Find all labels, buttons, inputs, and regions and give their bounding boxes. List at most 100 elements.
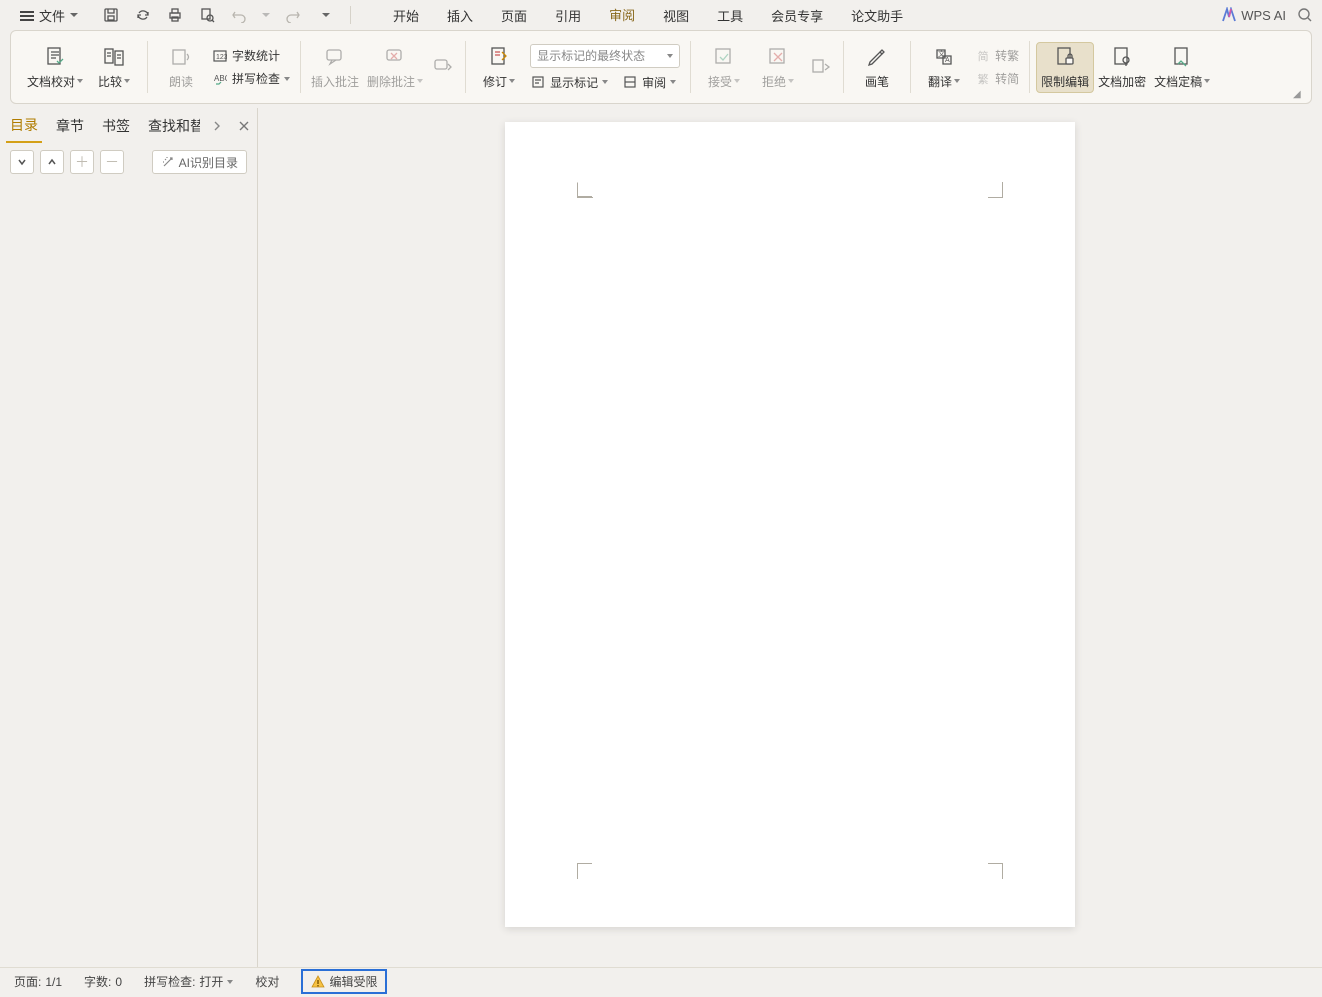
restrict-editing-icon [1053,45,1077,69]
spell-check-button[interactable]: ABC 拼写检查 [212,70,290,87]
sp-tab-bookmark[interactable]: 书签 [98,110,134,142]
sp-tab-chapter[interactable]: 章节 [52,110,88,142]
sb-proof[interactable]: 校对 [255,973,279,990]
ai-recognize-toc-label: AI识别目录 [179,154,238,171]
accept-icon [712,45,736,69]
compare-button[interactable]: 比较 [87,43,141,92]
wps-ai-label: WPS AI [1241,8,1286,23]
word-count-icon: 123 [212,48,228,64]
status-bar: 页面: 1/1 字数: 0 拼写检查: 打开 校对 编辑受限 [0,967,1322,995]
svg-text:123: 123 [216,54,227,61]
spell-check-icon: ABC [212,71,228,87]
spell-check-label: 拼写检查 [232,70,280,87]
side-panel-tabs: 目录 章节 书签 查找和替 [0,108,257,144]
quick-access-group [102,6,357,24]
restrict-editing-button[interactable]: 限制编辑 [1036,42,1094,93]
read-aloud-icon [169,45,193,69]
sync-icon[interactable] [134,6,152,24]
sp-collapse-up-icon[interactable] [40,150,64,174]
side-panel-body [0,180,257,967]
separator [350,6,351,24]
page-margin-corner [987,863,1003,879]
reject-icon [766,45,790,69]
sp-tab-scroll-right-icon[interactable] [210,119,224,133]
sp-tab-toc[interactable]: 目录 [6,109,42,143]
ribbon-group-changes: 接受 拒绝 [691,35,843,99]
delete-comment-label: 删除批注 [367,73,415,90]
svg-text:A: A [945,57,950,64]
chevron-down-icon [667,54,673,58]
sp-tab-find[interactable]: 查找和替 [144,110,200,142]
chevron-down-icon [284,77,290,81]
markup-state-combo[interactable]: 显示标记的最终状态 [530,44,680,68]
restrict-editing-label: 限制编辑 [1041,73,1089,90]
reject-label: 拒绝 [762,73,786,90]
topbar-right: WPS AI [1221,6,1314,24]
tab-view[interactable]: 视图 [649,0,703,31]
wps-ai-button[interactable]: WPS AI [1221,7,1286,23]
tab-tools[interactable]: 工具 [703,0,757,31]
chevron-down-icon [509,79,515,83]
sb-spell-check[interactable]: 拼写检查: 打开 [144,973,233,990]
ribbon-group-protect: 限制编辑 文档加密 文档定稿 [1030,35,1220,99]
quick-access-customize-icon[interactable] [322,13,330,17]
tab-thesis[interactable]: 论文助手 [837,0,917,31]
track-changes-button[interactable]: 修订 [472,43,526,92]
ribbon-group-language: 朗读 123 字数统计 ABC 拼写检查 [148,35,300,99]
wand-icon [161,155,175,169]
track-changes-icon [487,45,511,69]
tab-reference[interactable]: 引用 [541,0,595,31]
page-margin-corner [577,863,593,879]
chevron-down-icon [734,79,740,83]
page-margin-corner [577,182,593,198]
print-preview-icon[interactable] [198,6,216,24]
show-markup-button[interactable]: 显示标记 [530,74,608,91]
track-changes-label: 修订 [483,73,507,90]
document-canvas[interactable] [258,108,1322,967]
doc-proof-icon [43,45,67,69]
chevron-down-icon [227,980,233,984]
sp-add-icon: ＋ [70,150,94,174]
tab-page[interactable]: 页面 [487,0,541,31]
doc-finalize-label: 文档定稿 [1154,73,1202,90]
sp-close-icon[interactable] [237,119,251,133]
doc-finalize-button[interactable]: 文档定稿 [1150,43,1214,92]
sb-page[interactable]: 页面: 1/1 [14,973,62,990]
ribbon-collapse-icon[interactable]: ◢ [1293,89,1303,99]
review-pane-label: 审阅 [642,74,666,91]
sb-word-count[interactable]: 字数: 0 [84,973,122,990]
simp-char-icon: 简 [975,48,991,64]
show-markup-label: 显示标记 [550,74,598,91]
document-page[interactable] [505,122,1075,927]
word-count-button[interactable]: 123 字数统计 [212,47,290,64]
ai-recognize-toc-button[interactable]: AI识别目录 [152,150,247,174]
file-menu[interactable]: 文件 [14,3,84,28]
sb-proof-label: 校对 [255,973,279,990]
save-icon[interactable] [102,6,120,24]
search-icon[interactable] [1296,6,1314,24]
workspace: 目录 章节 书签 查找和替 ＋ － AI识别目录 [0,108,1322,967]
review-pane-button[interactable]: 审阅 [622,74,676,91]
doc-proof-label: 文档校对 [27,73,75,90]
file-menu-label: 文件 [39,6,65,25]
tab-member[interactable]: 会员专享 [757,0,837,31]
doc-proof-button[interactable]: 文档校对 [23,43,87,92]
undo-dropdown-icon[interactable] [262,13,270,17]
menu-tabs: 开始 插入 页面 引用 审阅 视图 工具 会员专享 论文助手 [379,0,917,32]
tab-review[interactable]: 审阅 [595,0,649,32]
chevron-down-icon [954,79,960,83]
chevron-down-icon [417,79,423,83]
sp-expand-down-icon[interactable] [10,150,34,174]
sb-edit-restricted[interactable]: 编辑受限 [301,969,387,994]
svg-text:文: 文 [938,49,945,58]
sb-page-label: 页面: [14,973,41,990]
tab-insert[interactable]: 插入 [433,0,487,31]
print-icon[interactable] [166,6,184,24]
chevron-down-icon [670,80,676,84]
translate-button[interactable]: 文A 翻译 [917,43,971,92]
tab-start[interactable]: 开始 [379,0,433,31]
doc-encrypt-button[interactable]: 文档加密 [1094,43,1150,92]
ink-button[interactable]: 画笔 [850,43,904,92]
next-change-icon [809,55,833,79]
undo-icon [230,6,248,24]
